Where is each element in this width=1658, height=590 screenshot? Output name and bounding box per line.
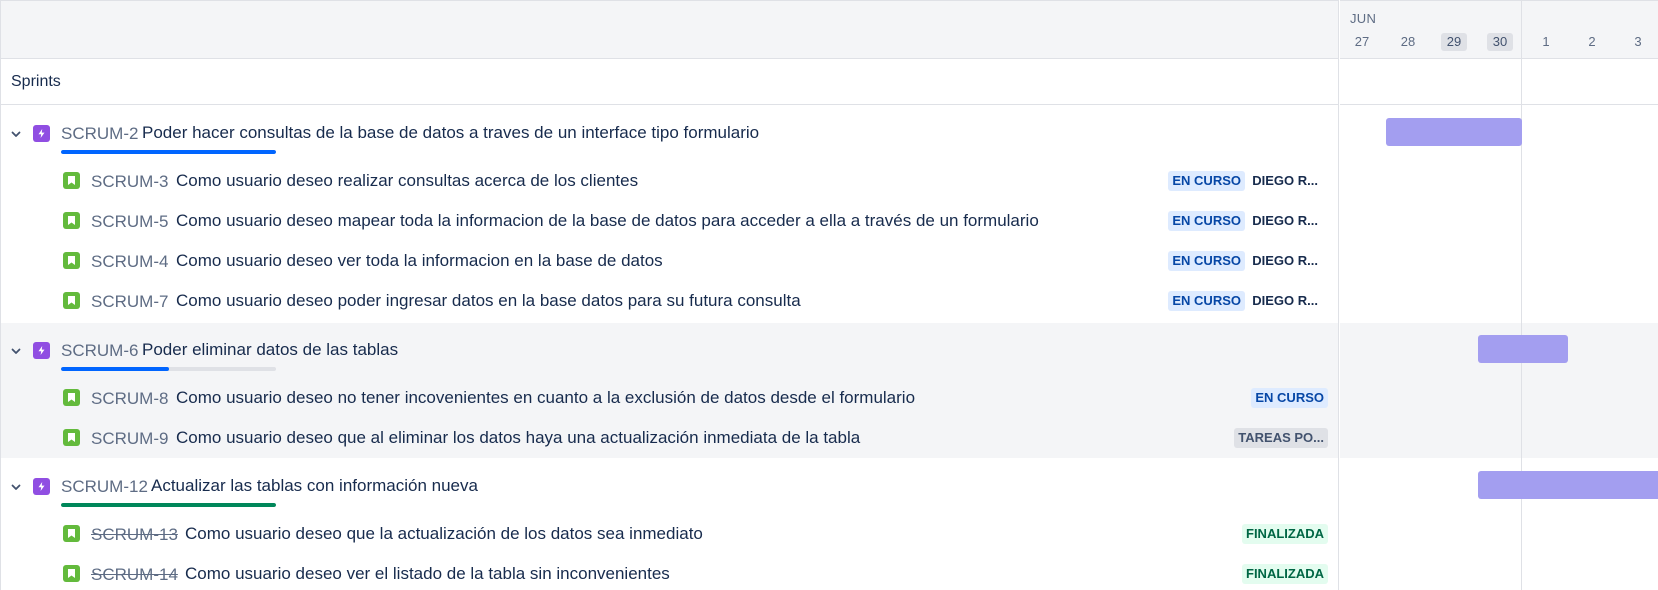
- story-icon: [63, 252, 80, 269]
- timeline-month: JUN: [1350, 11, 1377, 26]
- sprints-row[interactable]: Sprints: [1, 60, 1338, 105]
- epic-icon: [33, 125, 50, 142]
- epic-key[interactable]: SCRUM-12: [61, 477, 148, 497]
- assignee-name[interactable]: DIEGO R...: [1252, 213, 1318, 228]
- issue-row[interactable]: SCRUM-7 Como usuario deseo poder ingresar…: [1, 281, 1338, 321]
- issue-row[interactable]: SCRUM-13 Como usuario deseo que la actual…: [1, 514, 1338, 554]
- timeline-day: 2: [1588, 34, 1596, 49]
- timeline-bar[interactable]: [1478, 335, 1568, 363]
- timeline-bar[interactable]: [1478, 471, 1658, 499]
- issue-key[interactable]: SCRUM-5: [91, 212, 168, 232]
- story-icon: [63, 429, 80, 446]
- epic-key[interactable]: SCRUM-2: [61, 124, 138, 144]
- issue-title[interactable]: Como usuario deseo que al eliminar los d…: [176, 428, 860, 448]
- story-icon: [63, 292, 80, 309]
- epic-title[interactable]: Actualizar las tablas con información nu…: [151, 476, 478, 496]
- timeline-week-divider: [1521, 0, 1522, 590]
- epic-title[interactable]: Poder hacer consultas de la base de dato…: [142, 123, 759, 143]
- status-lozenge[interactable]: TAREAS PO...: [1234, 428, 1328, 448]
- epic-progress-done: [61, 503, 276, 507]
- story-icon: [63, 525, 80, 542]
- timeline-bar[interactable]: [1386, 118, 1522, 146]
- story-icon: [63, 212, 80, 229]
- status-lozenge[interactable]: EN CURSO: [1251, 388, 1328, 408]
- assignee-name[interactable]: DIEGO R...: [1252, 293, 1318, 308]
- epic-icon: [33, 478, 50, 495]
- chevron-down-icon[interactable]: [10, 127, 22, 139]
- status-lozenge[interactable]: EN CURSO: [1168, 251, 1245, 271]
- epic-row[interactable]: SCRUM-6 Poder eliminar datos de las tabla…: [1, 330, 1338, 371]
- epic-progress-done: [61, 150, 276, 154]
- issue-key[interactable]: SCRUM-9: [91, 429, 168, 449]
- issue-key[interactable]: SCRUM-13: [91, 525, 178, 545]
- issue-title[interactable]: Como usuario deseo que la actualización …: [185, 524, 703, 544]
- issue-row[interactable]: SCRUM-4 Como usuario deseo ver toda la in…: [1, 241, 1338, 281]
- epic-progress-bar: [61, 503, 276, 507]
- issue-row[interactable]: SCRUM-14 Como usuario deseo ver el listad…: [1, 554, 1338, 590]
- story-icon: [63, 565, 80, 582]
- story-icon: [63, 172, 80, 189]
- timeline-day: 29: [1441, 33, 1467, 51]
- timeline-day: 3: [1634, 34, 1642, 49]
- timeline-day: 30: [1487, 33, 1513, 51]
- story-icon: [63, 389, 80, 406]
- issue-key[interactable]: SCRUM-8: [91, 389, 168, 409]
- assignee-name[interactable]: DIEGO R...: [1252, 173, 1318, 188]
- status-lozenge[interactable]: EN CURSO: [1168, 291, 1245, 311]
- chevron-down-icon[interactable]: [10, 480, 22, 492]
- issue-title[interactable]: Como usuario deseo no tener incoveniente…: [176, 388, 915, 408]
- status-lozenge[interactable]: FINALIZADA: [1242, 524, 1328, 544]
- timeline-sprints-row: [1340, 60, 1658, 105]
- issue-title[interactable]: Como usuario deseo realizar consultas ac…: [176, 171, 638, 191]
- list-header: [1, 0, 1338, 59]
- timeline-day: 27: [1354, 34, 1370, 49]
- epic-row[interactable]: SCRUM-12 Actualizar las tablas con inform…: [1, 466, 1338, 507]
- epic-progress-bar: [61, 150, 276, 154]
- epic-key[interactable]: SCRUM-6: [61, 341, 138, 361]
- issue-title[interactable]: Como usuario deseo ver toda la informaci…: [176, 251, 663, 271]
- issue-key[interactable]: SCRUM-7: [91, 292, 168, 312]
- sprints-label: Sprints: [11, 73, 61, 90]
- status-lozenge[interactable]: FINALIZADA: [1242, 564, 1328, 584]
- epic-icon: [33, 342, 50, 359]
- issue-key[interactable]: SCRUM-14: [91, 565, 178, 585]
- issue-row[interactable]: SCRUM-5 Como usuario deseo mapear toda la…: [1, 201, 1338, 241]
- issue-key[interactable]: SCRUM-4: [91, 252, 168, 272]
- assignee-name[interactable]: DIEGO R...: [1252, 253, 1318, 268]
- timeline-header: JUN 27 28 29 30 1 2 3: [1340, 0, 1658, 59]
- issue-row[interactable]: SCRUM-3 Como usuario deseo realizar consu…: [1, 161, 1338, 201]
- issue-row[interactable]: SCRUM-8 Como usuario deseo no tener incov…: [1, 378, 1338, 418]
- issue-key[interactable]: SCRUM-3: [91, 172, 168, 192]
- status-lozenge[interactable]: EN CURSO: [1168, 171, 1245, 191]
- issue-list-panel: Sprints SCRUM-2 Poder hacer consultas de …: [0, 0, 1339, 590]
- timeline-day: 28: [1400, 34, 1416, 49]
- epic-title[interactable]: Poder eliminar datos de las tablas: [142, 340, 398, 360]
- timeline-day: 1: [1542, 34, 1550, 49]
- issue-title[interactable]: Como usuario deseo poder ingresar datos …: [176, 291, 801, 311]
- epic-progress-bar: [61, 367, 276, 371]
- issue-title[interactable]: Como usuario deseo mapear toda la inform…: [176, 211, 1039, 231]
- status-lozenge[interactable]: EN CURSO: [1168, 211, 1245, 231]
- issue-title[interactable]: Como usuario deseo ver el listado de la …: [185, 564, 670, 584]
- timeline-panel: JUN 27 28 29 30 1 2 3: [1340, 0, 1658, 590]
- issue-row[interactable]: SCRUM-9 Como usuario deseo que al elimina…: [1, 418, 1338, 458]
- chevron-down-icon[interactable]: [10, 344, 22, 356]
- epic-progress-done: [61, 367, 169, 371]
- epic-row[interactable]: SCRUM-2 Poder hacer consultas de la base …: [1, 113, 1338, 154]
